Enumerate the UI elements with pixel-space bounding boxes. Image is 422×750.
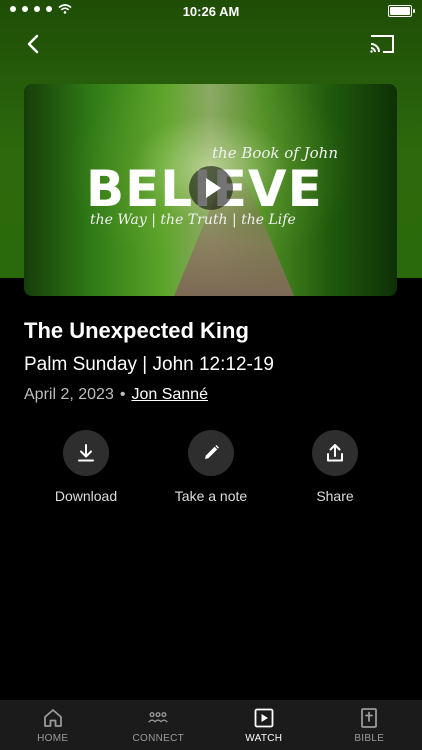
sermon-title: The Unexpected King <box>24 318 249 343</box>
bottom-tab-bar: HOME CONNECT WATCH BIBLE <box>0 700 422 750</box>
video-player[interactable]: the Book of John BELIEVE the Way | the T… <box>24 84 397 296</box>
share-action[interactable]: Share <box>275 430 395 504</box>
back-button[interactable] <box>20 30 48 58</box>
video-script-bottom: the Way | the Truth | the Life <box>90 212 296 228</box>
share-icon <box>327 444 343 462</box>
tab-connect[interactable]: CONNECT <box>106 700 212 750</box>
play-button[interactable] <box>189 166 233 210</box>
cast-button[interactable] <box>368 32 396 56</box>
download-label: Download <box>54 488 118 504</box>
sermon-date: April 2, 2023 <box>24 386 114 403</box>
take-note-action[interactable]: Take a note <box>151 430 271 504</box>
share-button[interactable] <box>312 430 358 476</box>
meta-separator: • <box>119 386 126 403</box>
share-label: Share <box>316 488 354 504</box>
tab-home[interactable]: HOME <box>0 700 106 750</box>
status-bar: 10:26 AM <box>0 0 422 22</box>
download-button[interactable] <box>63 430 109 476</box>
download-icon <box>78 444 94 462</box>
tab-connect-label: CONNECT <box>132 732 185 744</box>
sermon-subtitle: Palm Sunday | John 12:12-19 <box>24 354 274 375</box>
tab-home-label: HOME <box>37 732 69 744</box>
speaker-link[interactable]: Jon Sanné <box>131 386 208 403</box>
play-icon <box>254 708 274 727</box>
tab-watch[interactable]: WATCH <box>211 700 317 750</box>
tab-bible[interactable]: BIBLE <box>317 700 422 750</box>
battery-icon <box>388 5 415 17</box>
tab-watch-label: WATCH <box>245 732 283 744</box>
take-note-button[interactable] <box>188 430 234 476</box>
bible-icon <box>361 707 378 728</box>
take-note-label: Take a note <box>174 488 248 504</box>
home-icon <box>43 708 62 727</box>
people-icon <box>148 711 169 723</box>
status-time: 10:26 AM <box>182 4 240 19</box>
tab-bible-label: BIBLE <box>354 732 385 744</box>
pencil-icon <box>205 445 219 459</box>
sermon-meta: April 2, 2023 • Jon Sanné <box>24 386 208 404</box>
download-action[interactable]: Download <box>26 430 146 504</box>
